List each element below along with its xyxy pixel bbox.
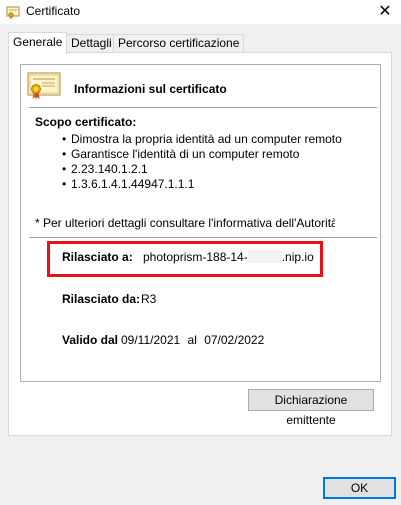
scope-title: Scopo certificato: [35, 115, 137, 129]
list-item: • 2.23.140.1.2.1 [62, 162, 148, 176]
close-icon[interactable]: ✕ [369, 0, 401, 24]
validity-label: Valido dal [62, 333, 119, 347]
list-item: • Garantisce l'identità di un computer re… [62, 147, 300, 161]
certificate-info-title: Informazioni sul certificato [74, 82, 227, 96]
tab-generale[interactable]: Generale [8, 32, 68, 54]
scope-item-text: Garantisce l'identità di un computer rem… [71, 147, 300, 161]
redacted-area [247, 250, 282, 263]
issued-to-label: Rilasciato a: [62, 250, 133, 264]
scope-item-text: 2.23.140.1.2.1 [71, 162, 148, 176]
issued-to-value: photoprism-188-14- .nip.io [143, 250, 314, 264]
valid-to: 07/02/2022 [204, 333, 265, 347]
tab-percorso-certificazione[interactable]: Percorso certificazione [113, 34, 245, 53]
tab-dettagli[interactable]: Dettagli [66, 34, 117, 53]
scope-list: • Dimostra la propria identità ad un comp… [62, 132, 342, 192]
issuer-statement-button[interactable]: Dichiarazione emittente [248, 389, 374, 427]
issued-by-label: Rilasciato da: [62, 292, 141, 306]
scope-item-text: Dimostra la propria identità ad un compu… [71, 132, 342, 146]
issued-to-suffix: .nip.io [281, 250, 314, 264]
certificate-ribbon-icon [27, 72, 61, 100]
validity-value: 09/11/2021 al 07/02/2022 [121, 333, 268, 347]
separator-bottom [29, 237, 377, 238]
title-bar: Certificato ✕ [0, 0, 401, 24]
scope-item-text: 1.3.6.1.4.1.44947.1.1.1 [71, 177, 195, 191]
list-item: • 1.3.6.1.4.1.44947.1.1.1 [62, 177, 195, 191]
issued-to-prefix: photoprism-188-14- [143, 250, 248, 264]
valid-from: 09/11/2021 [121, 333, 181, 347]
window-title: Certificato [26, 4, 81, 18]
certificate-small-icon [6, 6, 20, 19]
list-item: • Dimostra la propria identità ad un comp… [62, 132, 342, 146]
ok-button[interactable]: OK [323, 477, 396, 499]
ca-statement-note: * Per ulteriori dettagli consultare l'in… [35, 216, 335, 230]
issued-by-value: R3 [141, 292, 157, 306]
separator-top [29, 107, 377, 108]
valid-connector: al [187, 333, 197, 347]
